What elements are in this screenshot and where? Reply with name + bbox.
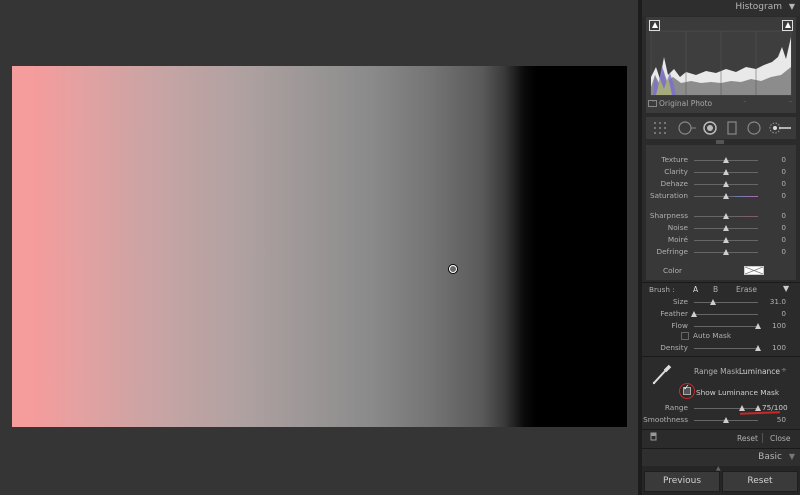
clarity-label: Clarity [664, 167, 688, 176]
checkmark-icon: ✓ [683, 383, 690, 392]
flow-slider-thumb[interactable] [754, 323, 761, 329]
auto-mask-label: Auto Mask [693, 331, 732, 340]
brush-label: Brush : [649, 285, 675, 294]
range-slider[interactable] [694, 408, 758, 409]
photo-preview[interactable] [12, 66, 627, 427]
noise-slider-thumb[interactable] [722, 225, 729, 231]
size-slider[interactable] [694, 302, 758, 303]
flow-slider[interactable] [694, 326, 758, 327]
eyedropper-icon[interactable] [650, 362, 674, 386]
original-photo-checkbox[interactable] [648, 100, 657, 107]
saturation-label: Saturation [649, 191, 688, 200]
smoothness-slider-thumb[interactable] [722, 417, 729, 423]
texture-label: Texture [661, 155, 688, 164]
brush-separator [642, 282, 800, 283]
sharpness-label: Sharpness [649, 211, 688, 220]
crop-overlay-icon[interactable] [653, 121, 667, 135]
color-label: Color [663, 266, 683, 275]
auto-mask-checkbox[interactable] [681, 332, 689, 340]
range-label: Range [664, 403, 688, 412]
panel-switch-icon[interactable] [650, 432, 658, 442]
radial-filter-icon[interactable] [746, 120, 762, 136]
original-photo-label: Original Photo [659, 99, 713, 108]
spot-removal-icon[interactable] [677, 120, 697, 136]
right-panel: Histogram ▼ – – – – Original Photo Textu… [642, 0, 800, 495]
defringe-label: Defringe [656, 247, 688, 256]
histogram-header[interactable]: Histogram ▼ [642, 0, 800, 16]
saturation-value: 0 [781, 191, 786, 200]
defringe-slider-thumb[interactable] [722, 249, 729, 255]
panel-close-button[interactable]: Close [770, 434, 790, 443]
range-mask-dropdown[interactable]: Luminance [739, 367, 780, 376]
shadow-clipping-toggle[interactable] [649, 20, 660, 31]
collapse-triangle-icon[interactable]: ▼ [789, 2, 795, 11]
feather-value: 0 [781, 309, 786, 318]
density-slider-thumb[interactable] [754, 345, 761, 351]
noise-label: Noise [667, 223, 688, 232]
range-mask-chevron-icon[interactable]: ÷ [781, 366, 787, 374]
density-slider[interactable] [694, 348, 758, 349]
previous-button[interactable]: Previous [644, 471, 720, 492]
sharpness-value: 0 [781, 211, 786, 220]
dehaze-label: Dehaze [660, 179, 688, 188]
brush-cursor-icon [449, 265, 457, 273]
saturation-slider-thumb[interactable] [722, 193, 729, 199]
flow-value: 100 [772, 321, 786, 330]
smoothness-label: Smoothness [643, 415, 688, 424]
show-luminance-mask-label: Show Luminance Mask [696, 388, 780, 397]
red-eye-icon[interactable] [702, 120, 718, 136]
dehaze-slider-thumb[interactable] [722, 181, 729, 187]
dehaze-value: 0 [781, 179, 786, 188]
brush-tab-a[interactable]: A [693, 285, 698, 294]
texture-slider-thumb[interactable] [722, 157, 729, 163]
color-swatch[interactable] [744, 266, 764, 275]
size-value: 31.0 [769, 297, 786, 306]
histogram-title: Histogram [735, 2, 782, 12]
feather-slider[interactable] [694, 314, 758, 315]
moire-value: 0 [781, 235, 786, 244]
clarity-slider-thumb[interactable] [722, 169, 729, 175]
feather-slider-thumb[interactable] [690, 311, 697, 317]
size-label: Size [673, 297, 688, 306]
clarity-value: 0 [781, 167, 786, 176]
scroll-handle[interactable] [716, 140, 724, 144]
highlight-clipping-toggle[interactable] [782, 20, 793, 31]
brush-tab-erase[interactable]: Erase [736, 285, 757, 294]
tool-strip [646, 117, 796, 139]
basic-collapse-triangle-icon[interactable]: ▼ [789, 452, 795, 461]
brush-collapse-triangle-icon[interactable]: ▼ [783, 284, 789, 293]
range-high-thumb[interactable] [754, 405, 761, 411]
texture-value: 0 [781, 155, 786, 164]
defringe-value: 0 [781, 247, 786, 256]
brush-tab-b[interactable]: B [713, 285, 718, 294]
density-label: Density [660, 343, 688, 352]
density-value: 100 [772, 343, 786, 352]
adjustment-brush-icon[interactable] [768, 120, 792, 136]
moire-slider-thumb[interactable] [722, 237, 729, 243]
moire-label: Moiré [667, 235, 688, 244]
noise-value: 0 [781, 223, 786, 232]
flow-label: Flow [671, 321, 688, 330]
smoothness-value: 50 [776, 415, 786, 424]
sharpness-slider-thumb[interactable] [722, 213, 729, 219]
footer-divider [762, 433, 763, 443]
range-low-thumb[interactable] [738, 405, 745, 411]
reset-button[interactable]: Reset [722, 471, 798, 492]
image-canvas[interactable] [0, 0, 638, 495]
feather-label: Feather [660, 309, 688, 318]
footer-separator [642, 429, 800, 430]
graduated-filter-icon[interactable] [726, 120, 738, 136]
panel-reset-button[interactable]: Reset [737, 434, 758, 443]
show-luminance-mask-checkbox[interactable]: ✓ [683, 383, 691, 395]
basic-header[interactable]: Basic ▼ [642, 448, 800, 466]
basic-title: Basic [758, 452, 782, 462]
size-slider-thumb[interactable] [710, 299, 717, 305]
range-mask-label: Range Mask : [694, 367, 745, 376]
range-mask-separator [642, 356, 800, 357]
